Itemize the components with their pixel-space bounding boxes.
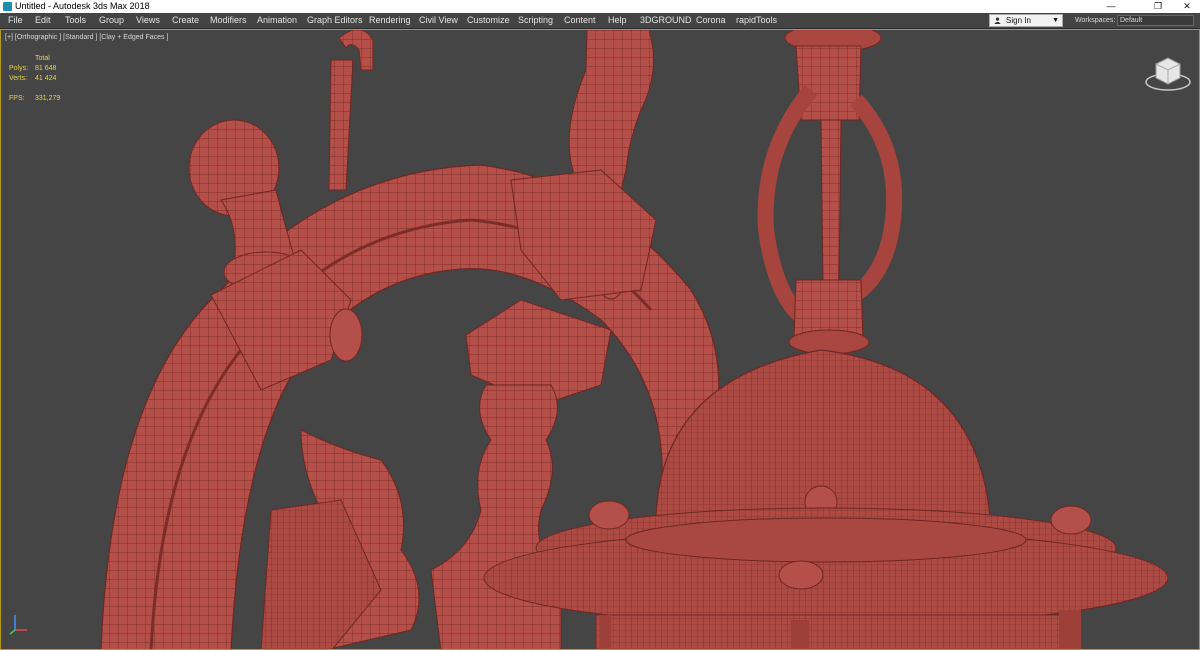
menu-3dground[interactable]: 3DGROUND <box>640 13 692 28</box>
brim-bolt-right-mesh <box>1050 505 1092 535</box>
stats-header: Total <box>35 55 50 62</box>
menu-customize[interactable]: Customize <box>467 13 510 28</box>
lantern-body-mesh <box>595 614 1077 649</box>
menu-create[interactable]: Create <box>172 13 199 28</box>
menu-civil-view[interactable]: Civil View <box>419 13 458 28</box>
polys-value: 81 648 <box>35 65 57 72</box>
viewcube-icon[interactable] <box>1144 52 1192 92</box>
lantern-post-right-mesh <box>1059 610 1081 649</box>
menu-rendering[interactable]: Rendering <box>369 13 411 28</box>
viewport-label-menu[interactable]: [+] [Orthographic ] [Standard ] [Clay + … <box>5 34 168 41</box>
brim-bolt-front-mesh <box>778 560 824 590</box>
menu-views[interactable]: Views <box>136 13 160 28</box>
fps-label: FPS: <box>9 95 25 102</box>
menu-tools[interactable]: Tools <box>65 13 86 28</box>
dropdown-arrow-icon: ▼ <box>1052 17 1059 24</box>
workspaces-label: Workspaces: <box>1075 17 1116 24</box>
brim-bolt-left-mesh <box>588 500 630 530</box>
menu-modifiers[interactable]: Modifiers <box>210 13 247 28</box>
menu-content[interactable]: Content <box>564 13 596 28</box>
viewport-render <box>100 30 1169 649</box>
fps-value: 331,279 <box>35 95 61 102</box>
menu-help[interactable]: Help <box>608 13 627 28</box>
menu-rapidtools[interactable]: rapidTools <box>736 13 777 28</box>
workspace-select[interactable]: Default <box>1117 15 1194 26</box>
rim-bolt-left-mesh <box>329 308 363 362</box>
polys-label: Polys: <box>9 65 29 72</box>
maximize-button[interactable]: ❐ <box>1145 0 1171 13</box>
lantern-collar-ring-mesh <box>788 329 870 355</box>
viewport-statistics: Total Polys: 81 648 Verts: 41 424 FPS: 331,… <box>9 54 89 104</box>
axis-gizmo-icon <box>9 615 27 635</box>
title-bar: Untitled - Autodesk 3ds Max 2018 — ❐ ✕ <box>0 0 1200 13</box>
close-button[interactable]: ✕ <box>1174 0 1200 13</box>
center-spoke-mesh <box>430 384 562 649</box>
user-icon <box>994 17 1001 24</box>
lantern-post-left-mesh <box>599 615 611 649</box>
app-icon <box>3 2 12 11</box>
verts-label: Verts: <box>9 75 27 82</box>
lantern-brim-inner-mesh <box>625 517 1027 563</box>
menu-group[interactable]: Group <box>99 13 124 28</box>
window-title: Untitled - Autodesk 3ds Max 2018 <box>15 1 150 11</box>
menu-animation[interactable]: Animation <box>257 13 297 28</box>
lantern-rod-mesh <box>820 119 842 286</box>
menu-file[interactable]: File <box>8 13 23 28</box>
menu-edit[interactable]: Edit <box>35 13 51 28</box>
menu-graph-editors[interactable]: Graph Editors <box>307 13 363 28</box>
sign-in-label: Sign In <box>1006 16 1031 25</box>
minimize-button[interactable]: — <box>1098 0 1124 13</box>
rope-mesh <box>328 59 354 191</box>
lantern-post-mid-mesh <box>791 620 809 649</box>
verts-value: 41 424 <box>35 75 57 82</box>
perspective-viewport[interactable]: [+] [Orthographic ] [Standard ] [Clay + … <box>0 29 1200 650</box>
sign-in-dropdown[interactable]: Sign In ▼ <box>989 14 1063 27</box>
menu-corona[interactable]: Corona <box>696 13 726 28</box>
menu-scripting[interactable]: Scripting <box>518 13 553 28</box>
